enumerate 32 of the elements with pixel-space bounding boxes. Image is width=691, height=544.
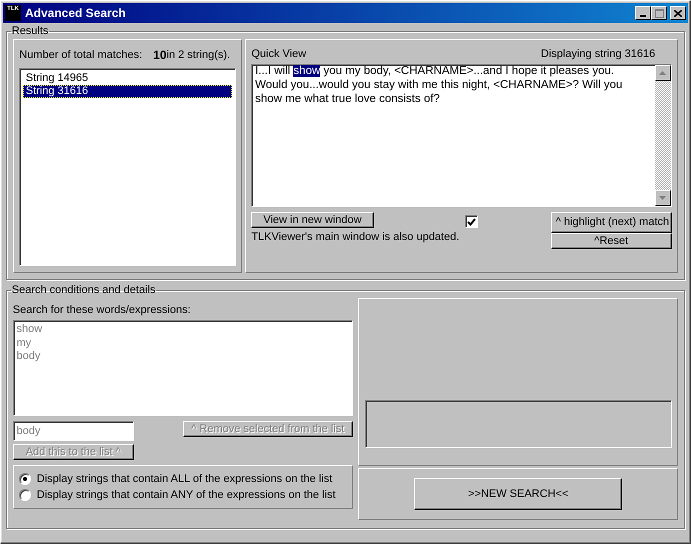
matches-label: Number of total matches: — [19, 48, 142, 62]
minimize-button[interactable] — [635, 6, 652, 20]
group-title: Results — [10, 26, 50, 37]
maximize-icon — [654, 8, 664, 18]
highlight-match-button[interactable]: ^ highlight (next) match — [550, 212, 672, 234]
strings-listbox[interactable]: String 14965 String 31616 — [19, 68, 236, 266]
radio-button[interactable] — [19, 473, 32, 486]
new-search-button[interactable]: >>NEW SEARCH<< — [414, 478, 622, 510]
radio-button[interactable] — [19, 489, 32, 502]
view-in-new-window-button[interactable]: View in new window — [251, 212, 374, 228]
string-list-item[interactable]: String 31616 — [23, 84, 232, 98]
close-button[interactable] — [670, 6, 686, 20]
up-arrow-icon — [659, 70, 666, 75]
radio-label: Display strings that contain ANY of the expressions on the list — [36, 488, 336, 502]
words-label: Search for these words/expressions: — [12, 302, 192, 318]
down-arrow-icon — [659, 196, 666, 200]
window-title: Advanced Search — [25, 6, 127, 20]
quick-view-text: I...I will show you my body, <CHARNAME>...and I hope it pleases you. Would you...would you stay with me this night, <CHARNAME>? Will you show me what true love consists of? — [254, 64, 624, 106]
reset-button[interactable]: ^Reset — [550, 233, 672, 250]
quick-view-textbox[interactable]: I...I will show you my body, <CHARNAME>...and I hope it pleases you. Would you...would you stay with me this night, <CHARNAME>? Will you show me what true love consists of? — [251, 64, 672, 207]
update-note: TLKViewer's main window is also updated. — [251, 231, 460, 244]
close-icon — [674, 10, 682, 16]
string-list-item[interactable]: String 14965 — [23, 72, 232, 85]
checkbox[interactable] — [464, 215, 478, 228]
radio-label: Display strings that contain ALL of the expressions on the list — [36, 472, 332, 486]
quick-view-label: Quick View — [251, 48, 306, 62]
scrollbar[interactable] — [654, 64, 671, 206]
maximize-button[interactable] — [651, 6, 668, 20]
group-title: Search conditions and details — [10, 285, 156, 296]
strings-count: in 2 string(s). — [166, 48, 230, 62]
matches-count: 10 — [153, 48, 166, 62]
displaying-label: Displaying string 31616 — [540, 48, 656, 62]
